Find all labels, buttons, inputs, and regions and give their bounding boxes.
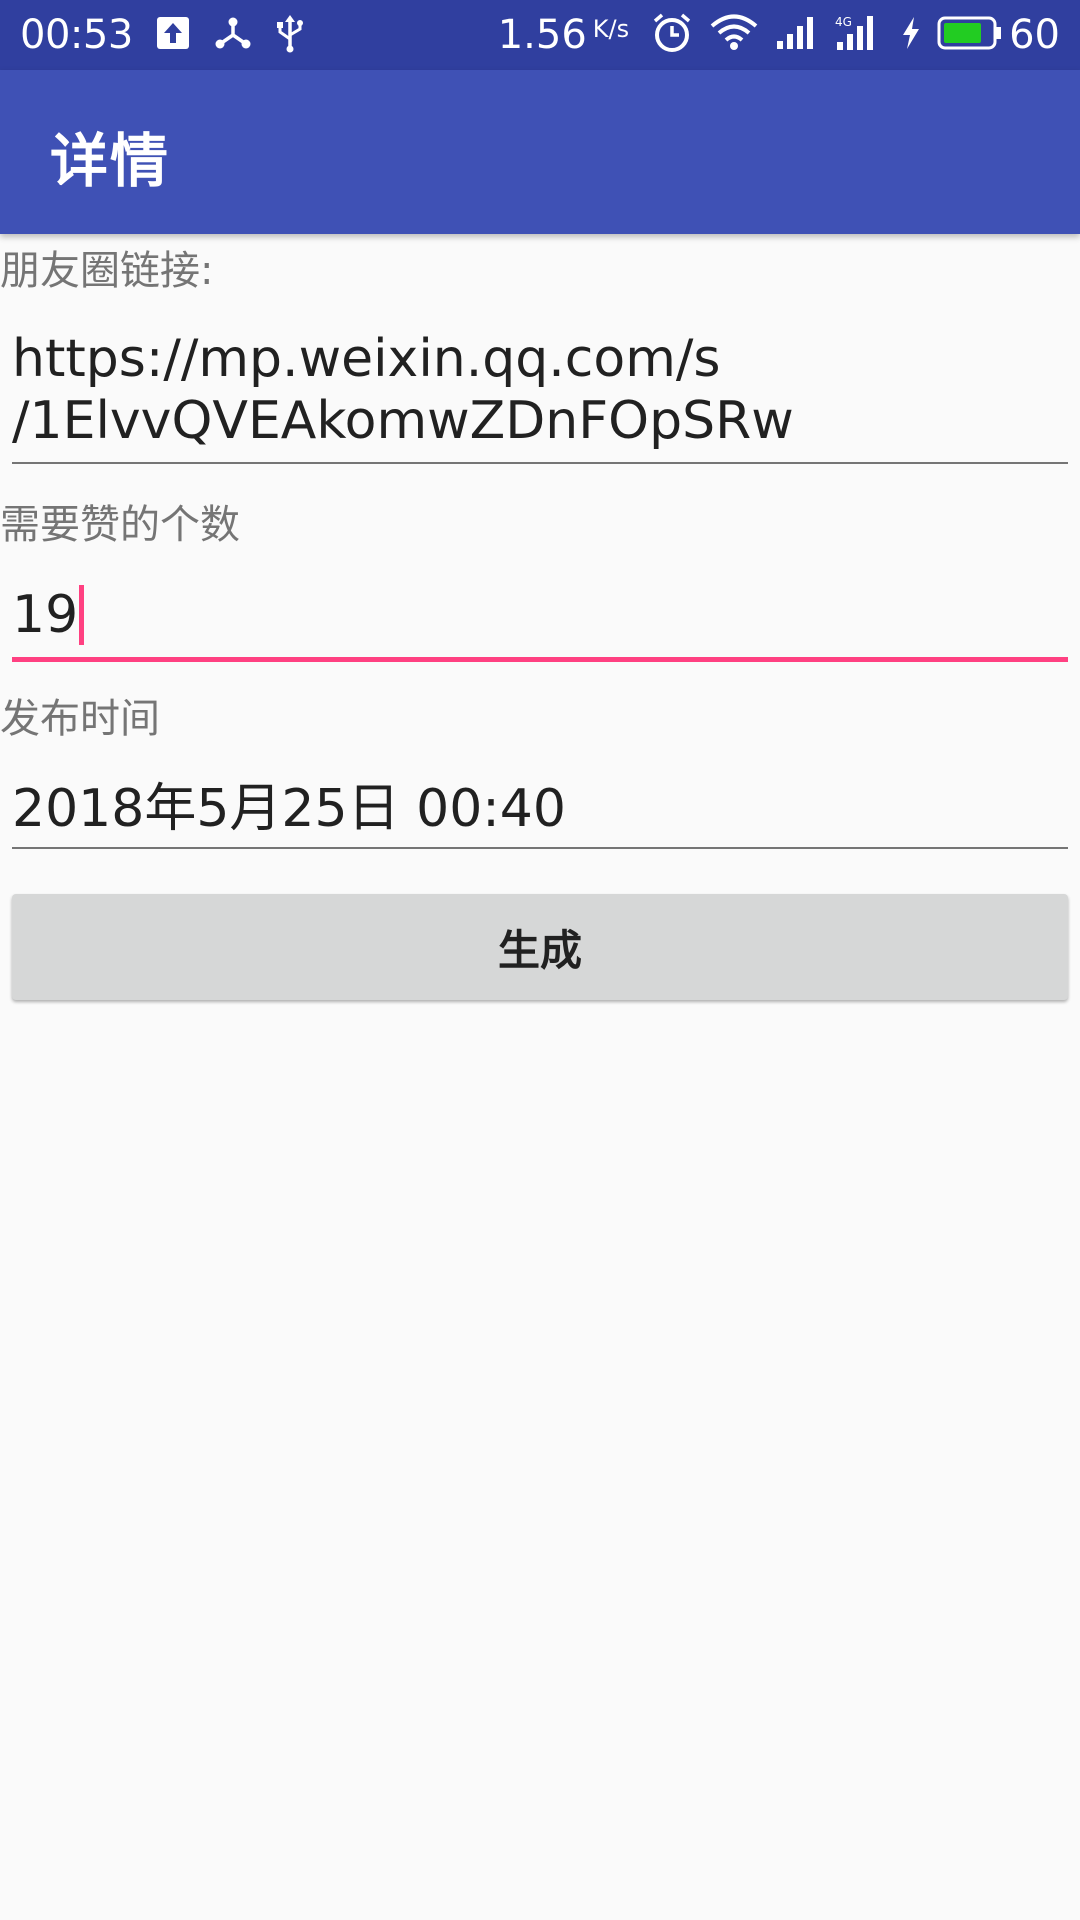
likes-count-underline [12,657,1068,662]
likes-count-input[interactable]: 19 [12,584,1068,648]
svg-text:4G: 4G [835,15,852,29]
link-input[interactable]: https://mp.weixin.qq.com/s /1ElvvQVEAkom… [12,328,1068,452]
link-value-line2: /1ElvvQVEAkomwZDnFOpSRw [12,391,794,451]
net-speed: 1.56 [497,12,587,58]
battery-icon [937,15,1003,55]
publish-time-value: 2018年5月25日 00:40 [12,779,566,839]
alarm-icon [651,12,693,58]
generate-button[interactable]: 生成 [12,894,1068,1000]
signal-4g-icon: 4G [835,14,885,56]
generate-button-label: 生成 [497,925,582,975]
app-bar: 详情 [0,70,1080,234]
charging-bolt-icon [901,16,921,54]
status-left: 00:53 [20,12,305,58]
status-time: 00:53 [20,12,133,58]
publish-time-label: 发布时间 [0,696,160,742]
publish-time-input[interactable]: 2018年5月25日 00:40 [12,778,1068,840]
status-bar: 00:53 1.56 K/s 4G 60 [0,0,1080,70]
likes-count-label: 需要赞的个数 [0,502,240,548]
likes-count-value: 19 [12,585,79,645]
net-speed-unit: K/s [592,15,630,43]
link-value-line1: https://mp.weixin.qq.com/s [12,329,721,389]
battery-level: 60 [1009,12,1060,58]
usb-icon [275,13,305,57]
wifi-icon [709,13,759,57]
publish-time-underline [12,847,1068,849]
page-title: 详情 [50,127,171,195]
link-label: 朋友圈链接: [0,248,214,294]
status-right: 1.56 K/s 4G 60 [498,12,1060,58]
text-cursor [79,585,85,645]
share-network-icon [213,13,253,57]
upload-notification-icon [155,15,191,55]
link-input-underline [12,462,1068,464]
signal-strength-icon [775,15,819,55]
